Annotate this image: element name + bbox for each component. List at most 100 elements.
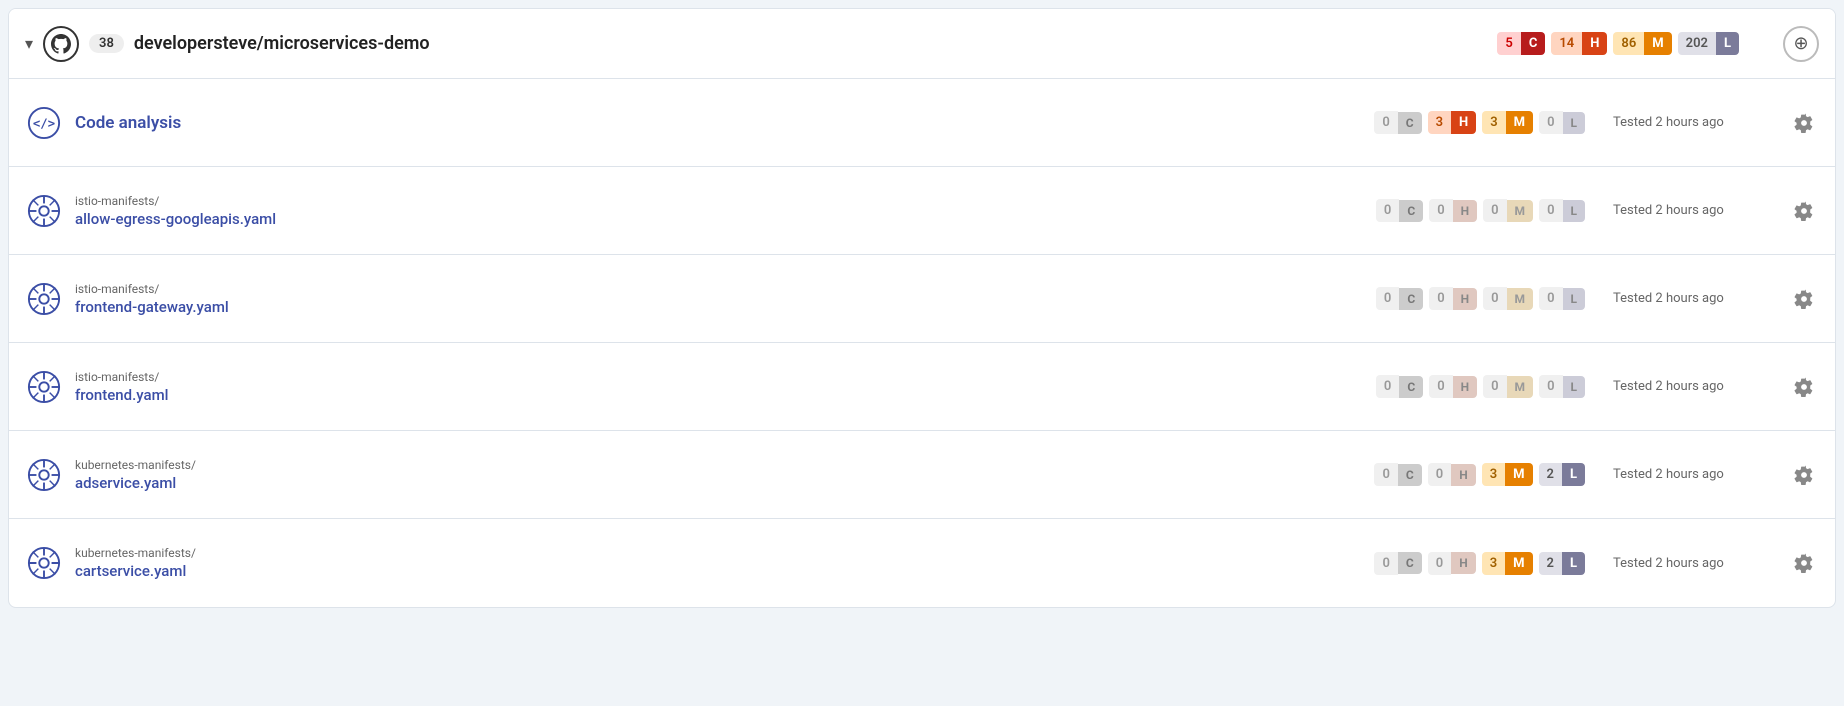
badge-num: 3: [1482, 111, 1505, 134]
helm-icon: [25, 192, 63, 230]
item-folder: istio-manifests/: [75, 194, 276, 208]
badge-pair: 86M: [1613, 32, 1671, 55]
row-left: kubernetes-manifests/cartservice.yaml: [25, 544, 1374, 582]
badge-letter: H: [1451, 111, 1476, 134]
badge-num: 0: [1483, 199, 1506, 222]
badge-num: 0: [1428, 552, 1451, 575]
item-name[interactable]: allow-egress-googleapis.yaml: [75, 210, 276, 228]
chevron-icon[interactable]: ▾: [25, 34, 33, 53]
badge-pair: 0L: [1539, 375, 1585, 398]
tested-text: Tested 2 hours ago: [1613, 467, 1773, 482]
badge-pair: 0L: [1539, 287, 1585, 310]
item-folder: kubernetes-manifests/: [75, 458, 196, 472]
badge-letter: L: [1562, 463, 1585, 486]
badge-letter: M: [1505, 463, 1532, 486]
badge-letter: H: [1453, 376, 1477, 398]
header-row: ▾ 38 developersteve/microservices-demo 5…: [9, 9, 1835, 79]
badge-num: 0: [1376, 199, 1399, 222]
header-badge-section: 5C14H86M202L: [1497, 32, 1743, 55]
badge-letter: M: [1644, 32, 1671, 55]
badge-pair: 3M: [1482, 552, 1533, 575]
item-text: istio-manifests/allow-egress-googleapis.…: [75, 194, 276, 228]
badge-num: 0: [1376, 287, 1399, 310]
badge-pair: 5C: [1497, 32, 1545, 55]
row-left: </> Code analysis: [25, 104, 1374, 142]
list-row: kubernetes-manifests/adservice.yaml 0C 0H3…: [9, 431, 1835, 519]
badge-letter: C: [1399, 200, 1423, 222]
settings-button[interactable]: [1789, 108, 1819, 138]
add-button[interactable]: ⊕: [1783, 26, 1819, 62]
count-badge: 38: [89, 34, 124, 53]
badge-pair: 0C: [1374, 463, 1421, 486]
badge-letter: M: [1507, 288, 1534, 310]
helm-icon: [25, 544, 63, 582]
badge-letter: C: [1398, 464, 1422, 486]
badge-pair: 0C: [1374, 111, 1421, 134]
badge-num: 0: [1483, 287, 1506, 310]
badge-num: 5: [1497, 32, 1520, 55]
badge-num: 3: [1482, 552, 1505, 575]
badge-num: 0: [1429, 375, 1452, 398]
settings-button[interactable]: [1789, 548, 1819, 578]
badge-letter: C: [1398, 112, 1422, 134]
badge-letter: H: [1451, 552, 1475, 574]
item-text: Code analysis: [75, 113, 181, 133]
github-icon: [43, 26, 79, 62]
settings-button[interactable]: [1789, 196, 1819, 226]
settings-button[interactable]: [1789, 284, 1819, 314]
badge-letter: L: [1562, 552, 1585, 575]
badge-num: 0: [1376, 375, 1399, 398]
list-row: istio-manifests/frontend.yaml0C0H0M0LTes…: [9, 343, 1835, 431]
list-rows: </> Code analysis0C3H3M0LTested 2 hours …: [9, 79, 1835, 607]
badge-pair: 0C: [1374, 552, 1421, 575]
badge-num: 14: [1551, 32, 1582, 55]
item-name[interactable]: frontend-gateway.yaml: [75, 298, 229, 316]
item-name[interactable]: frontend.yaml: [75, 386, 168, 404]
row-left: istio-manifests/allow-egress-googleapis.…: [25, 192, 1376, 230]
badge-pair: 3H: [1428, 111, 1477, 134]
badge-pair: 0M: [1483, 375, 1533, 398]
badge-num: 0: [1483, 375, 1506, 398]
badge-letter: L: [1563, 112, 1586, 134]
row-badge-section: 0C0H0M0L: [1376, 287, 1589, 310]
settings-button[interactable]: [1789, 372, 1819, 402]
badge-num: 0: [1428, 463, 1451, 486]
code-icon: </>: [25, 104, 63, 142]
item-name[interactable]: adservice.yaml: [75, 474, 196, 492]
item-text: istio-manifests/frontend.yaml: [75, 370, 168, 404]
helm-icon: [25, 368, 63, 406]
item-folder: istio-manifests/: [75, 370, 168, 384]
main-container: ▾ 38 developersteve/microservices-demo 5…: [8, 8, 1836, 608]
badge-letter: M: [1507, 200, 1534, 222]
row-badge-section: 0C0H0M0L: [1376, 375, 1589, 398]
list-row: istio-manifests/allow-egress-googleapis.…: [9, 167, 1835, 255]
badge-pair: 0H: [1429, 199, 1477, 222]
badge-num: 0: [1429, 287, 1452, 310]
badge-num: 0: [1539, 111, 1562, 134]
badge-pair: 0H: [1428, 552, 1476, 575]
badge-letter: C: [1521, 32, 1546, 55]
badge-letter: L: [1563, 200, 1586, 222]
badge-num: 0: [1539, 199, 1562, 222]
badge-num: 0: [1539, 287, 1562, 310]
badge-num: 86: [1613, 32, 1644, 55]
badge-pair: 0L: [1539, 199, 1585, 222]
item-name[interactable]: Code analysis: [75, 113, 181, 133]
row-badge-section: 0C0H0M0L: [1376, 199, 1589, 222]
badge-num: 2: [1539, 552, 1562, 575]
item-text: kubernetes-manifests/cartservice.yaml: [75, 546, 196, 580]
badge-pair: 3M: [1482, 463, 1533, 486]
settings-button[interactable]: [1789, 460, 1819, 490]
repo-title[interactable]: developersteve/microservices-demo: [134, 33, 430, 54]
badge-letter: H: [1451, 464, 1475, 486]
badge-letter: M: [1506, 111, 1533, 134]
list-row: kubernetes-manifests/cartservice.yaml0C0…: [9, 519, 1835, 607]
tested-text: Tested 2 hours ago: [1613, 115, 1773, 130]
list-row: istio-manifests/frontend-gateway.yaml0C0…: [9, 255, 1835, 343]
tested-text: Tested 2 hours ago: [1613, 291, 1773, 306]
badge-pair: 2L: [1539, 552, 1585, 575]
badge-num: 0: [1374, 552, 1397, 575]
item-name[interactable]: cartservice.yaml: [75, 562, 196, 580]
badge-num: 2: [1539, 463, 1562, 486]
badge-num: 0: [1429, 199, 1452, 222]
